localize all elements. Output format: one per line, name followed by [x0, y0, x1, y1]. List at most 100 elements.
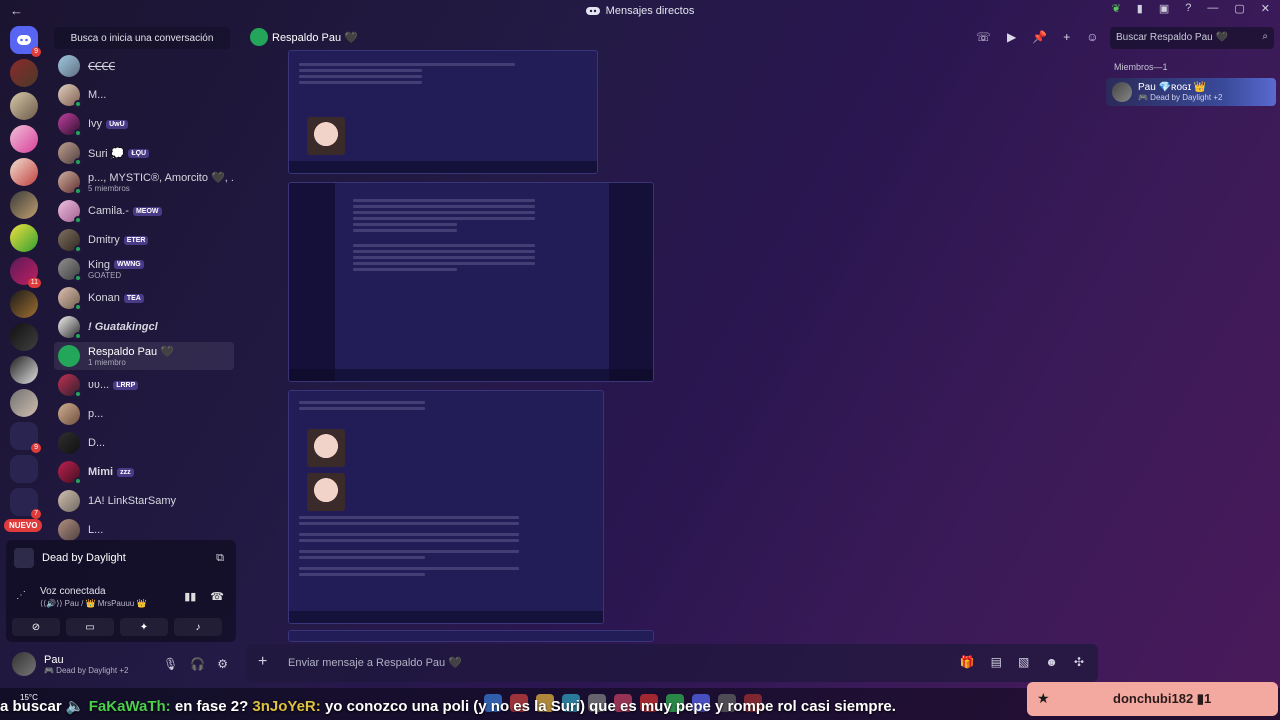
signal-icon[interactable]: ⋰ — [16, 590, 26, 601]
home-button[interactable]: 9 — [10, 26, 41, 57]
dm-item[interactable]: ! Guatakingcl — [54, 313, 234, 341]
call-icon[interactable]: ☏ — [976, 30, 991, 44]
channel-header: Respaldo Pau 🖤 ☏ ▶ 📌 + ☺ Buscar Respaldo… — [244, 26, 1280, 50]
server-icon[interactable] — [10, 389, 38, 417]
members-icon[interactable]: ☺ — [1086, 30, 1098, 44]
message-input[interactable]: Enviar mensaje a Respaldo Pau 🖤 — [288, 656, 462, 669]
server-folder[interactable]: 9 — [10, 422, 41, 453]
dm-name: L... — [88, 524, 104, 536]
dm-item[interactable]: ʋʋ... LRRP — [54, 371, 234, 399]
dm-item[interactable]: Suri 💭 ŁϘU — [54, 139, 234, 167]
disconnect-icon[interactable]: ☎ — [210, 590, 224, 603]
user-info[interactable]: Pau 🎮 Dead by Daylight +2 — [44, 654, 128, 675]
sticker-icon[interactable]: ▧ — [1018, 655, 1029, 669]
dm-item[interactable]: King WWNG GOATED — [54, 255, 234, 283]
dm-name: 1A! LinkStarSamy — [88, 495, 177, 507]
server-folder[interactable]: 7 — [10, 488, 41, 519]
avatar — [58, 432, 80, 454]
user-bar: Pau 🎮 Dead by Daylight +2 🎙 🎧 ⚙ — [6, 645, 236, 683]
text-line — [299, 516, 519, 519]
user-name: Pau — [44, 653, 64, 666]
dm-item-active[interactable]: Respaldo Pau 🖤 1 miembro — [54, 342, 234, 370]
member-name: Pau 💎ʀᴏɢɪ 👑 — [1138, 82, 1207, 93]
headphones-icon[interactable]: 🎧 — [190, 657, 205, 671]
screenshot-body — [289, 513, 603, 579]
help-icon[interactable]: ? — [1185, 2, 1191, 15]
dm-item[interactable]: p..., MYSTIC®, Amorcito 🖤, ... 5 miembros — [54, 168, 234, 196]
voice-channel: ⟨⟨🔊⟩⟩ Pau / 👑 MrsPauuu 👑 — [40, 599, 147, 608]
inbox-icon[interactable]: ▣ — [1159, 2, 1169, 15]
text-line — [299, 407, 425, 410]
dm-item[interactable]: Ivy UwU — [54, 110, 234, 138]
photo-thumbnail — [307, 117, 345, 155]
server-icon[interactable] — [10, 59, 38, 87]
activities-button[interactable]: ✦ — [120, 618, 168, 636]
image-attachment[interactable] — [288, 390, 604, 624]
search-icon: ⌕ — [1262, 31, 1268, 42]
dm-item[interactable]: M... — [54, 81, 234, 109]
image-attachment[interactable] — [288, 630, 654, 642]
bookmark-icon[interactable]: ▮ — [1137, 2, 1143, 15]
image-attachment[interactable] — [288, 50, 598, 174]
leaf-icon[interactable]: ❦ — [1112, 2, 1121, 15]
activity-share-icon[interactable]: ⧉ — [216, 552, 224, 565]
noise-suppression-icon[interactable]: ▮▮ — [184, 590, 196, 603]
dm-item[interactable]: 1A! LinkStarSamy — [54, 487, 234, 515]
server-folder[interactable] — [10, 455, 38, 483]
settings-gear-icon[interactable]: ⚙ — [217, 657, 228, 671]
gift-icon[interactable]: 🎁 — [960, 655, 975, 669]
dm-item[interactable]: D... — [54, 429, 234, 457]
back-arrow-icon[interactable]: ← — [10, 3, 23, 18]
server-icon[interactable] — [10, 92, 38, 120]
image-attachment[interactable] — [288, 182, 654, 382]
server-icon[interactable] — [10, 323, 38, 351]
server-icon[interactable]: 11 — [10, 257, 41, 288]
status-dot — [74, 187, 82, 195]
dm-item[interactable]: Mimi zzz — [54, 458, 234, 486]
screenshot-composer — [289, 161, 597, 173]
channel-title[interactable]: Respaldo Pau 🖤 — [272, 31, 358, 44]
voice-panel: Dead by Daylight ⧉ ⋰ Voz conectada ⟨⟨🔊⟩⟩… — [6, 540, 236, 642]
ticker-lead: a buscar — [0, 698, 62, 715]
gif-icon[interactable]: ▤ — [991, 655, 1002, 669]
close-button[interactable]: ✕ — [1261, 2, 1270, 15]
attach-plus-icon[interactable]: + — [258, 653, 267, 671]
dm-search-button[interactable]: Busca o inicia una conversación — [54, 27, 230, 49]
dm-item[interactable]: ꞒꞒꞒꞒ — [54, 52, 234, 80]
add-member-icon[interactable]: + — [1063, 30, 1070, 44]
video-icon[interactable]: ▶ — [1007, 30, 1016, 44]
pin-icon[interactable]: 📌 — [1032, 30, 1047, 44]
emoji-icon[interactable]: ☻ — [1045, 655, 1058, 669]
server-icon[interactable] — [10, 224, 38, 252]
dm-item[interactable]: Camila.- MEOW — [54, 197, 234, 225]
avatar — [58, 55, 80, 77]
avatar[interactable] — [12, 652, 36, 676]
photo-thumbnail — [307, 429, 345, 467]
server-icon[interactable] — [10, 290, 38, 318]
clan-tag: MEOW — [132, 206, 162, 216]
server-icon[interactable] — [10, 158, 38, 186]
maximize-button[interactable]: ▢ — [1234, 2, 1244, 15]
minimize-button[interactable]: — — [1207, 2, 1218, 15]
member-item[interactable]: Pau 💎ʀᴏɢɪ 👑 🎮 Dead by Daylight +2 — [1106, 78, 1276, 106]
screenshot-body — [343, 199, 603, 271]
new-badge[interactable]: NUEVO — [4, 519, 43, 532]
server-icon[interactable] — [10, 125, 38, 153]
voice-status-label: Voz conectada — [40, 586, 106, 597]
channel-search[interactable]: Buscar Respaldo Pau 🖤 ⌕ — [1110, 27, 1274, 49]
server-icon[interactable] — [10, 191, 38, 219]
dm-item[interactable]: p... — [54, 400, 234, 428]
screen-share-button[interactable]: ▭ — [66, 618, 114, 636]
dm-item[interactable]: Dmitry ETER — [54, 226, 234, 254]
server-icon[interactable] — [10, 356, 38, 384]
server-badge: 11 — [27, 278, 41, 288]
soundboard-button[interactable]: ♪ — [174, 618, 222, 636]
voice-status[interactable]: Voz conectada ⟨⟨🔊⟩⟩ Pau / 👑 MrsPauuu 👑 — [40, 586, 146, 608]
dm-item[interactable]: Konan TEA — [54, 284, 234, 312]
screenshot-composer — [289, 611, 603, 623]
avatar — [58, 171, 82, 195]
apps-icon[interactable]: ✣ — [1074, 655, 1084, 669]
microphone-icon[interactable]: 🎙 — [163, 657, 178, 671]
camera-off-button[interactable]: ⊘ — [12, 618, 60, 636]
message-list[interactable] — [244, 50, 1096, 642]
